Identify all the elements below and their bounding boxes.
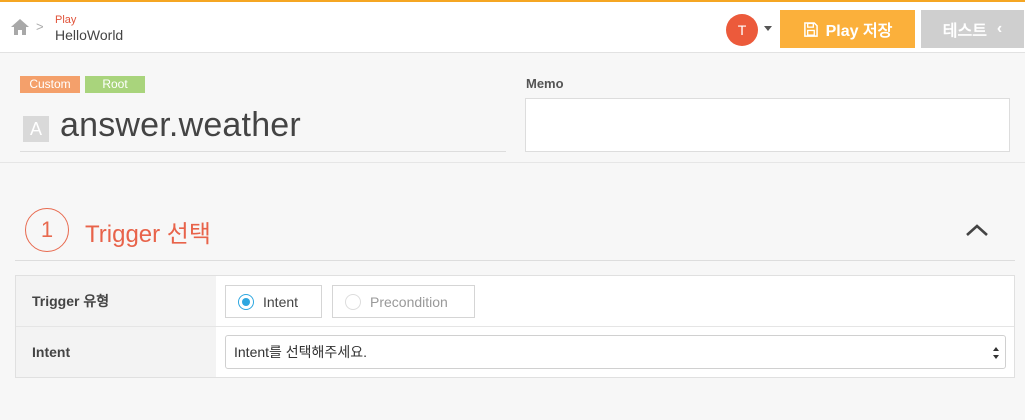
intent-select[interactable]: Intent를 선택해주세요.	[225, 335, 1006, 369]
breadcrumb-current: HelloWorld	[55, 27, 124, 43]
trigger-type-row: Trigger 유형 Intent Precondition	[16, 276, 1014, 327]
intent-row: Intent Intent를 선택해주세요.	[16, 327, 1014, 377]
radio-intent-label: Intent	[263, 293, 299, 310]
tag-root: Root	[85, 76, 145, 93]
top-bar: > Play HelloWorld T Play 저장 테스트 ‹	[0, 0, 1025, 53]
save-play-button-label: Play 저장	[825, 23, 893, 40]
section-title: Trigger 선택	[85, 221, 211, 248]
intent-label: Intent	[16, 327, 216, 377]
step-number-badge: 1	[25, 208, 69, 252]
chevron-right-icon: >	[36, 19, 44, 34]
select-arrows-icon	[993, 347, 999, 359]
test-button[interactable]: 테스트 ‹	[921, 10, 1024, 48]
radio-intent[interactable]: Intent	[225, 285, 322, 318]
trigger-form: Trigger 유형 Intent Precondition Intent In…	[15, 275, 1015, 378]
answer-type-icon: A	[23, 116, 49, 142]
radio-precondition-label: Precondition	[370, 293, 448, 310]
avatar[interactable]: T	[726, 14, 758, 46]
entity-name[interactable]: answer.weather	[60, 106, 301, 145]
home-icon[interactable]	[10, 17, 30, 37]
section-divider	[15, 260, 1015, 261]
breadcrumb-parent[interactable]: Play	[55, 14, 76, 26]
test-button-label: 테스트	[942, 23, 987, 40]
chevron-left-icon: ‹	[996, 20, 1003, 37]
trigger-type-label: Trigger 유형	[16, 276, 216, 326]
tag-custom: Custom	[20, 76, 80, 93]
save-icon	[803, 21, 818, 37]
memo-label: Memo	[526, 76, 564, 91]
chevron-up-icon[interactable]	[963, 221, 991, 239]
radio-precondition[interactable]: Precondition	[332, 285, 475, 318]
intent-select-value: Intent를 선택해주세요.	[234, 344, 367, 360]
radio-unselected-icon	[345, 293, 361, 310]
divider	[0, 162, 1025, 163]
caret-down-icon[interactable]	[764, 26, 772, 31]
save-play-button[interactable]: Play 저장	[780, 10, 915, 48]
memo-input[interactable]	[525, 98, 1010, 152]
entity-name-field[interactable]: A answer.weather	[20, 104, 506, 152]
radio-selected-icon	[238, 293, 254, 310]
